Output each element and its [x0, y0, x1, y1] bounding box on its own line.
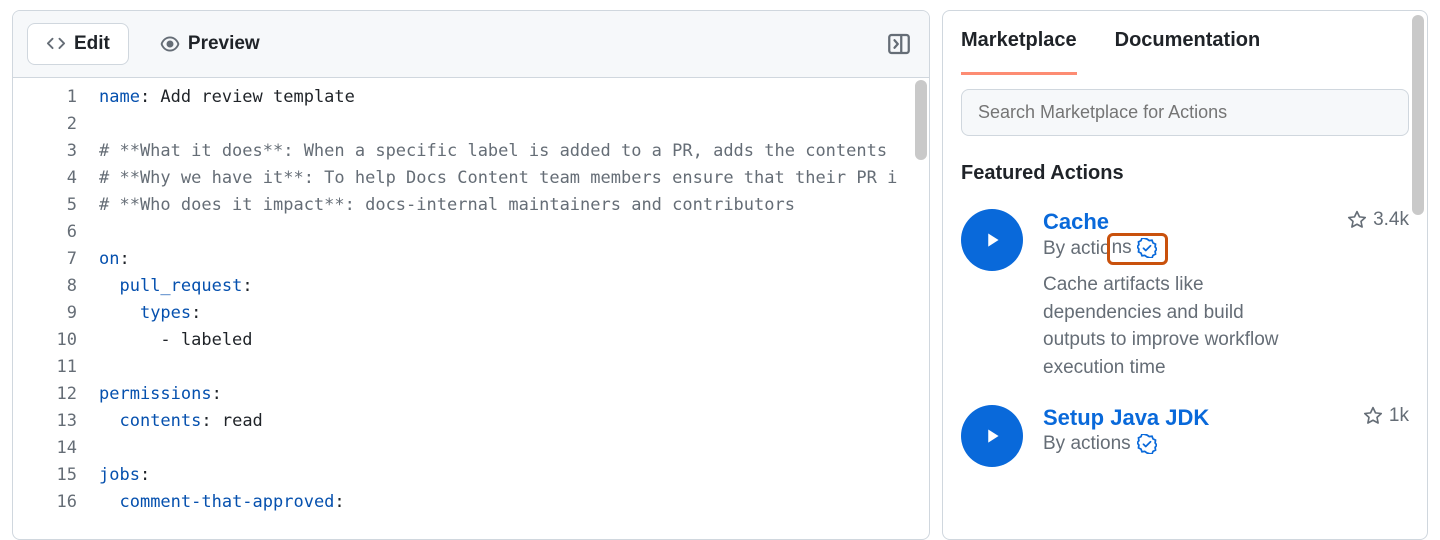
- action-byline: By actions: [1043, 433, 1209, 455]
- star-icon: [1347, 210, 1367, 230]
- preview-tab-label: Preview: [188, 33, 260, 55]
- toggle-sidebar-button[interactable]: [883, 28, 915, 60]
- action-item[interactable]: Setup Java JDK By actions 1k: [961, 405, 1409, 467]
- eye-icon: [160, 34, 180, 54]
- line-numbers: 12345678910111213141516: [13, 78, 99, 539]
- featured-actions-heading: Featured Actions: [961, 162, 1409, 185]
- action-item[interactable]: Cache By actions 3.4k Cache artifacts li…: [961, 209, 1409, 381]
- sidebar-tabs: Marketplace Documentation: [961, 11, 1409, 75]
- scrollbar-thumb[interactable]: [915, 80, 927, 160]
- verified-badge-highlighted: ns: [1107, 233, 1168, 265]
- action-description: Cache artifacts like dependencies and bu…: [1043, 271, 1303, 381]
- code-icon: [46, 34, 66, 54]
- code-editor[interactable]: 12345678910111213141516 name: Add review…: [13, 78, 929, 539]
- editor-panel: Edit Preview 12345678910111213141516 nam…: [12, 10, 930, 540]
- edit-tab[interactable]: Edit: [27, 23, 129, 65]
- marketplace-panel: Marketplace Documentation Featured Actio…: [942, 10, 1428, 540]
- edit-tab-label: Edit: [74, 33, 110, 55]
- star-icon: [1363, 406, 1383, 426]
- code-content[interactable]: name: Add review template # **What it do…: [99, 78, 929, 539]
- preview-tab[interactable]: Preview: [141, 23, 279, 65]
- search-input[interactable]: [961, 89, 1409, 136]
- star-count: 1k: [1363, 405, 1409, 427]
- tab-marketplace[interactable]: Marketplace: [961, 29, 1077, 75]
- action-title[interactable]: Setup Java JDK: [1043, 405, 1209, 431]
- action-byline: By actions: [1043, 237, 1168, 261]
- verified-icon: [1137, 238, 1157, 258]
- star-count: 3.4k: [1347, 209, 1409, 231]
- action-avatar: [961, 405, 1023, 467]
- verified-icon: [1137, 434, 1157, 454]
- scrollbar-thumb[interactable]: [1412, 15, 1424, 215]
- action-avatar: [961, 209, 1023, 271]
- tab-documentation[interactable]: Documentation: [1115, 29, 1261, 75]
- editor-header: Edit Preview: [13, 11, 929, 78]
- action-title[interactable]: Cache: [1043, 209, 1168, 235]
